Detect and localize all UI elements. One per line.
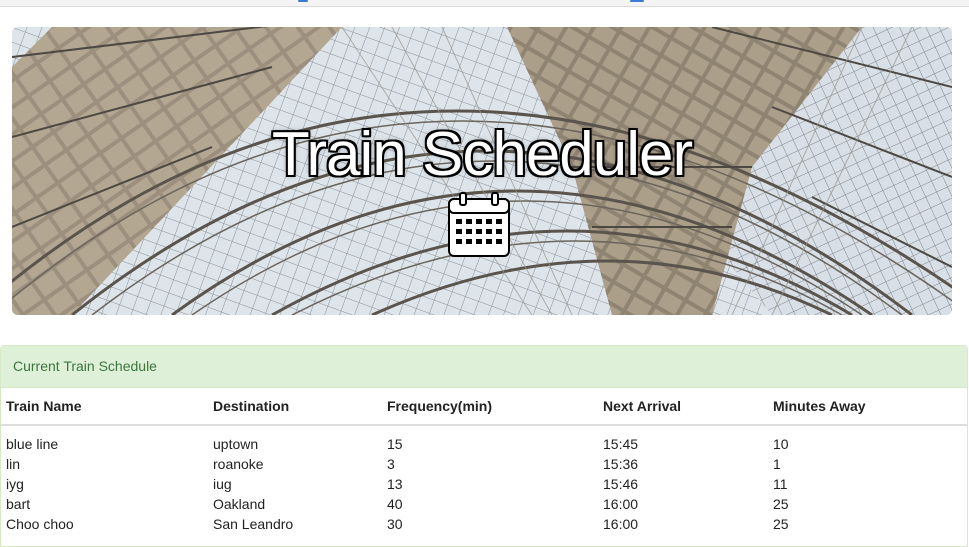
cell-frequency: 3 [387,456,395,472]
hero-banner: Train Scheduler [12,27,952,315]
cell-minutes-away: 10 [773,436,789,452]
cell-frequency: 15 [387,436,403,452]
column-header-destination: Destination [208,388,382,426]
schedule-panel: Current Train Schedule Train Name Destin… [0,345,968,547]
schedule-table: Train Name Destination Frequency(min) Ne… [1,388,967,534]
calendar-icon [448,192,510,257]
cell-train-name: iyg [6,476,24,492]
table-row: lin roanoke 3 15:36 1 [1,454,967,474]
top-strip-mark [298,0,308,2]
cell-frequency: 13 [387,476,403,492]
cell-train-name: bart [6,496,31,512]
table-row: iyg iug 13 15:46 11 [1,474,967,494]
spacer-cell [1,425,967,434]
cell-destination: San Leandro [213,516,294,532]
cell-destination: iug [213,476,232,492]
table-row: bart Oakland 40 16:00 25 [1,494,967,514]
page-title: Train Scheduler [271,120,693,189]
cell-train-name: Choo choo [6,516,74,532]
cell-destination: uptown [213,436,259,452]
cell-next-arrival: 16:00 [603,496,639,512]
cell-next-arrival: 15:46 [603,476,639,492]
panel-heading: Current Train Schedule [1,346,967,388]
table-row: blue line uptown 15 15:45 10 [1,434,967,454]
column-header-minutes-away: Minutes Away [768,388,967,426]
cell-minutes-away: 11 [773,476,788,492]
column-header-train-name: Train Name [1,388,208,426]
table-row: Choo choo San Leandro 30 16:00 25 [1,514,967,534]
cell-next-arrival: 15:36 [603,456,639,472]
cell-train-name: blue line [6,436,59,452]
top-strip-mark [630,0,644,2]
cell-minutes-away: 25 [773,516,789,532]
cell-destination: Oakland [213,496,266,512]
cell-frequency: 40 [387,496,403,512]
cell-frequency: 30 [387,516,403,532]
cell-minutes-away: 1 [773,456,781,472]
cell-train-name: lin [6,456,21,472]
column-header-frequency: Frequency(min) [382,388,598,426]
table-header-row: Train Name Destination Frequency(min) Ne… [1,388,967,426]
browser-top-strip [0,0,969,7]
cell-next-arrival: 16:00 [603,516,639,532]
cell-destination: roanoke [213,456,264,472]
cell-minutes-away: 25 [773,496,789,512]
cell-next-arrival: 15:45 [603,436,639,452]
column-header-next-arrival: Next Arrival [598,388,768,426]
table-spacer [1,425,967,434]
